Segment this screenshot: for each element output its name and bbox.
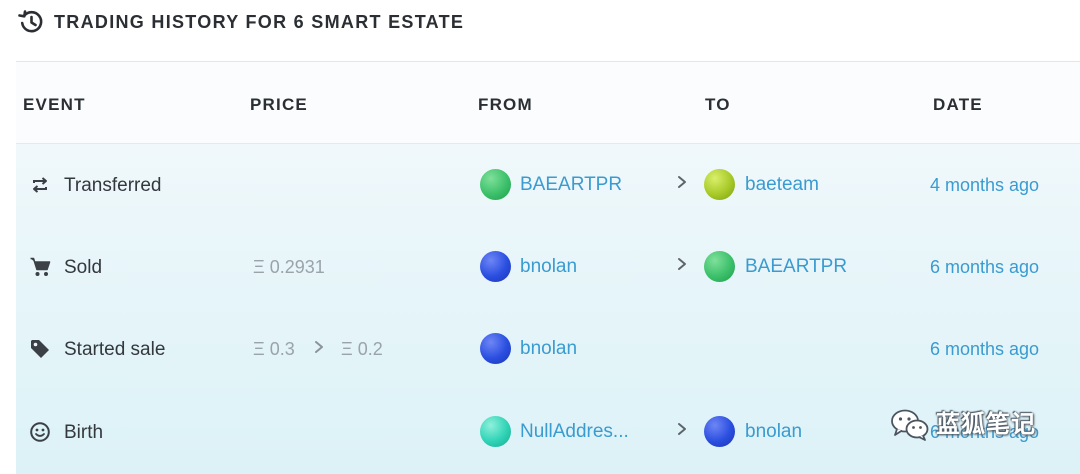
column-header-date[interactable]: DATE	[933, 94, 983, 116]
to-user-link[interactable]: BAEARTPR	[745, 255, 847, 279]
section-title: TRADING HISTORY FOR 6 SMART ESTATE	[54, 12, 465, 32]
to-user-link[interactable]: bnolan	[745, 420, 802, 444]
date-link[interactable]: 4 months ago	[930, 173, 1039, 197]
from-user-link[interactable]: bnolan	[520, 255, 577, 279]
from-user-link[interactable]: bnolan	[520, 337, 577, 361]
avatar[interactable]	[704, 251, 735, 282]
event-label: Started sale	[64, 339, 166, 360]
avatar[interactable]	[480, 333, 511, 364]
wechat-logo-icon	[891, 409, 929, 441]
column-header-price[interactable]: PRICE	[250, 94, 308, 116]
chevron-right-icon	[678, 423, 686, 435]
chevron-right-icon	[678, 176, 686, 188]
chevron-right-icon	[315, 341, 323, 353]
table-row: Started sale Ξ 0.3 Ξ 0.2 bnolan 6 months…	[16, 308, 1080, 390]
avatar[interactable]	[704, 169, 735, 200]
event-label: Birth	[64, 422, 104, 443]
cart-icon	[30, 257, 51, 276]
table-row: Transferred BAEARTPR baeteam 4 months ag…	[16, 144, 1080, 226]
price-end-value: Ξ 0.2	[341, 339, 383, 359]
date-link[interactable]: 6 months ago	[930, 337, 1039, 361]
event-label: Sold	[64, 257, 103, 278]
table-header: EVENT PRICE FROM TO DATE	[16, 62, 1080, 144]
watermark: 蓝狐笔记	[890, 404, 1060, 448]
event-label: Transferred	[64, 175, 162, 196]
avatar[interactable]	[480, 251, 511, 282]
price-start-value: Ξ 0.3	[253, 339, 295, 359]
column-header-from[interactable]: FROM	[478, 94, 533, 116]
smiley-icon	[30, 422, 50, 442]
date-link[interactable]: 6 months ago	[930, 255, 1039, 279]
column-header-event[interactable]: EVENT	[23, 94, 86, 116]
from-user-link[interactable]: NullAddres...	[520, 420, 629, 444]
avatar[interactable]	[704, 416, 735, 447]
history-icon	[18, 10, 43, 33]
from-user-link[interactable]: BAEARTPR	[520, 173, 622, 197]
chevron-right-icon	[678, 258, 686, 270]
avatar[interactable]	[480, 416, 511, 447]
tag-icon	[31, 340, 49, 358]
price-value: Ξ 0.2931	[253, 257, 325, 277]
section-header: TRADING HISTORY FOR 6 SMART ESTATE	[0, 0, 1080, 62]
to-user-link[interactable]: baeteam	[745, 173, 819, 197]
transfer-icon	[33, 177, 47, 193]
avatar[interactable]	[480, 169, 511, 200]
table-row: Sold Ξ 0.2931 bnolan BAEARTPR 6 months a…	[16, 226, 1080, 308]
watermark-text: 蓝狐笔记	[936, 411, 1036, 438]
column-header-to[interactable]: TO	[705, 94, 731, 116]
